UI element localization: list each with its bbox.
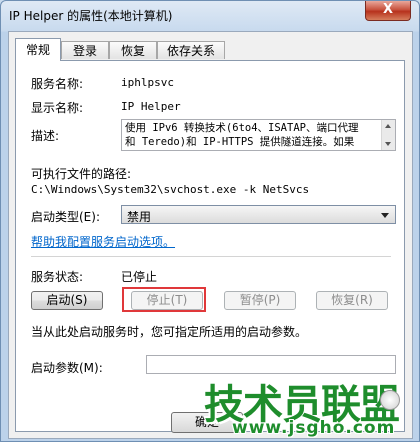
close-button[interactable]: X: [365, 1, 411, 21]
title-bar[interactable]: IP Helper 的属性(本地计算机) X: [1, 1, 419, 29]
exec-path-value: C:\Windows\System32\svchost.exe -k NetSv…: [31, 183, 310, 196]
startup-type-label: 启动类型(E):: [31, 210, 100, 224]
start-params-label: 启动参数(M):: [31, 361, 103, 375]
scroll-up-icon[interactable]: [385, 124, 391, 128]
service-name-value: iphlpsvc: [121, 76, 174, 89]
startup-type-select[interactable]: 禁用: [121, 205, 396, 224]
resume-button[interactable]: 恢复(R): [316, 291, 388, 310]
description-label: 描述:: [31, 129, 60, 143]
startup-type-value: 禁用: [127, 210, 152, 224]
chevron-down-icon: [381, 213, 389, 218]
exec-path-label: 可执行文件的路径:: [31, 167, 132, 181]
service-name-label: 服务名称:: [31, 77, 84, 91]
window-title: IP Helper 的属性(本地计算机): [9, 9, 173, 23]
service-status-label: 服务状态:: [31, 270, 84, 284]
start-button[interactable]: 启动(S): [31, 291, 103, 310]
display-name-label: 显示名称:: [31, 101, 84, 115]
description-scrollbar[interactable]: [381, 120, 395, 150]
close-icon: X: [382, 2, 394, 17]
description-line-1: 使用 IPv6 转换技术(6to4、ISATAP、端口代理: [125, 122, 359, 134]
description-box[interactable]: 使用 IPv6 转换技术(6to4、ISATAP、端口代理 和 Teredo)和…: [121, 119, 396, 151]
tab-logon[interactable]: 登录: [61, 41, 109, 59]
tab-general[interactable]: 常规: [15, 38, 61, 61]
pause-button[interactable]: 暂停(P): [224, 291, 296, 310]
display-name-value: IP Helper: [121, 100, 181, 113]
separator: [31, 256, 391, 257]
help-configure-link[interactable]: 帮助我配置服务启动选项。: [31, 233, 175, 250]
description-line-2: 和 Teredo)和 IP-HTTPS 提供隧道连接。如果: [125, 136, 355, 148]
tab-dependencies[interactable]: 依存关系: [157, 41, 225, 59]
tab-recovery[interactable]: 恢复: [109, 41, 157, 59]
watermark-url: www.jsgho.com: [232, 418, 396, 438]
start-params-hint: 当从此处启动服务时，您可指定所适用的启动参数。: [31, 325, 308, 339]
scroll-down-icon[interactable]: [385, 142, 391, 146]
watermark-logo-icon: [380, 390, 400, 410]
service-status-value: 已停止: [121, 270, 158, 284]
stop-button-highlight: [122, 287, 206, 312]
